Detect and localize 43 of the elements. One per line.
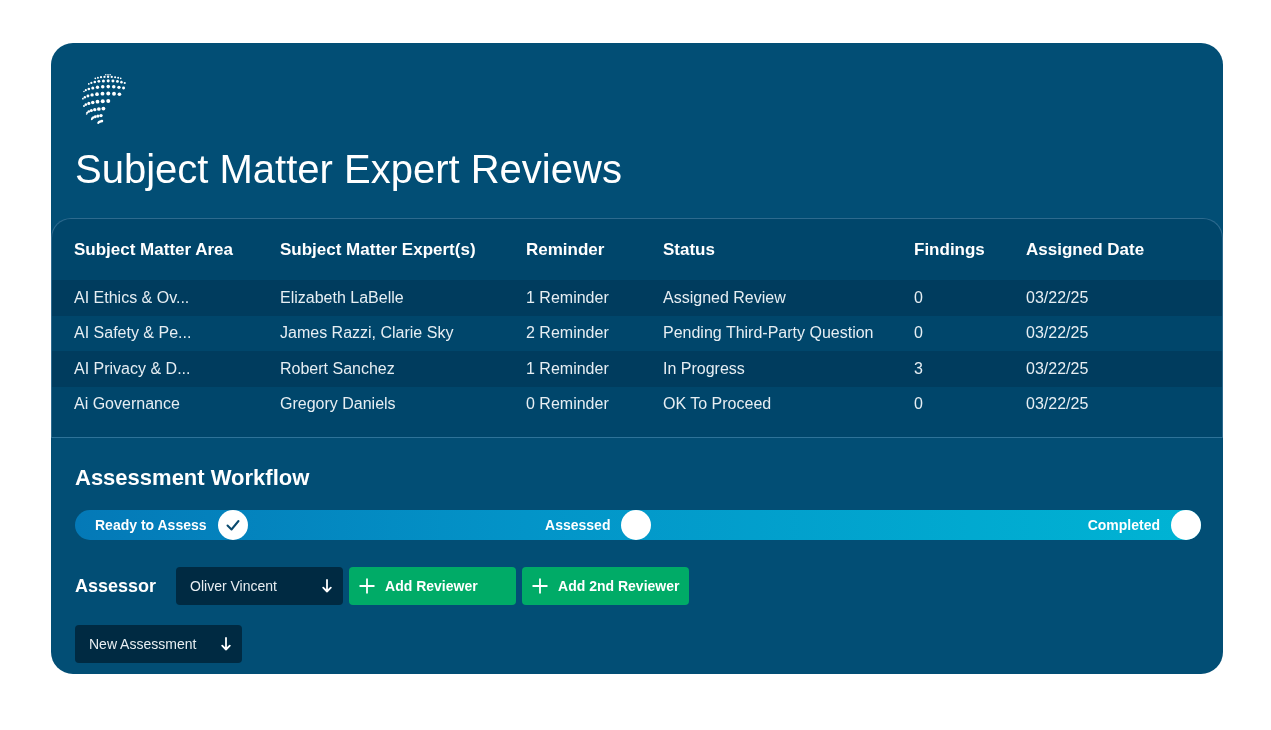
table-cell: Assigned Review: [663, 288, 786, 307]
table-cell: Gregory Daniels: [280, 395, 396, 414]
table-cell: 03/22/25: [1026, 288, 1089, 307]
table-cell: 03/22/25: [1026, 359, 1089, 378]
table-cell: 1 Reminder: [526, 288, 609, 307]
table-cell: In Progress: [663, 359, 745, 378]
assessor-dropdown[interactable]: Oliver Vincent: [176, 567, 344, 605]
table-cell: 0 Reminder: [526, 395, 609, 414]
table-cell: James Razzi, Clarie Sky: [280, 324, 454, 343]
column-header: Reminder: [526, 239, 605, 260]
arrow-down-icon: [221, 637, 231, 651]
step-label: Ready to Assess: [95, 517, 207, 533]
table-cell: AI Safety & Pe...: [74, 324, 192, 343]
table-cell: 3: [914, 359, 923, 378]
page-title: Subject Matter Expert Reviews: [75, 146, 622, 193]
table-cell: Robert Sanchez: [280, 359, 395, 378]
table-cell: 0: [914, 324, 923, 343]
table-cell: AI Ethics & Ov...: [74, 288, 190, 307]
table-cell: Ai Governance: [74, 395, 180, 414]
arrow-down-icon: [322, 579, 333, 593]
dotted-globe-logo: [82, 74, 126, 124]
column-header: Subject Matter Area: [74, 239, 234, 260]
table-cell: 2 Reminder: [526, 324, 609, 343]
table-cell: 03/22/25: [1026, 324, 1089, 343]
column-header: Findings: [914, 239, 985, 260]
column-header: Assigned Date: [1026, 239, 1145, 260]
table-cell: 0: [914, 395, 923, 414]
column-header: Status: [663, 239, 715, 260]
new-assessment-dropdown[interactable]: New Assessment: [75, 625, 242, 663]
step-label: Completed: [1087, 517, 1160, 533]
table-cell: AI Privacy & D...: [74, 359, 191, 378]
table-cell: OK To Proceed: [663, 395, 772, 414]
table-cell: 03/22/25: [1026, 395, 1089, 414]
table-cell: 0: [914, 288, 923, 307]
column-header: Subject Matter Expert(s): [280, 239, 476, 260]
step-label: Assessed: [545, 517, 611, 533]
table-cell: Elizabeth LaBelle: [280, 288, 404, 307]
plus-icon: [359, 578, 376, 594]
plus-icon: [532, 578, 549, 594]
table-cell: Pending Third-Party Question: [663, 324, 874, 343]
assessor-label: Assessor: [75, 575, 157, 597]
table-cell: 1 Reminder: [526, 359, 609, 378]
section-title: Assessment Workflow: [75, 464, 310, 492]
